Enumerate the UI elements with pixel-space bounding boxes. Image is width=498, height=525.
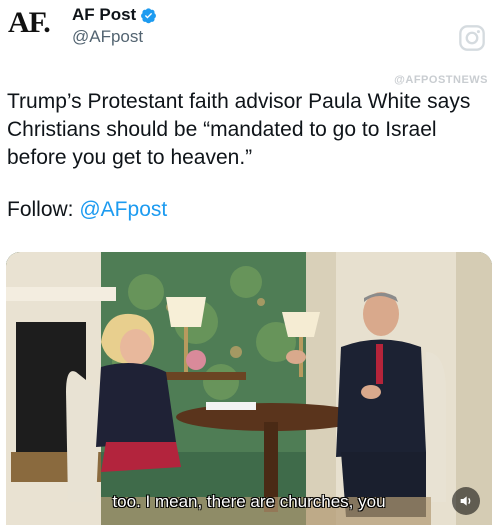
account-handle[interactable]: @AFpost (72, 27, 143, 47)
follow-prefix: Follow: (7, 198, 80, 221)
follow-line: Follow: @AFpost (7, 198, 167, 222)
media-watermark: @AFPOSTNEWS (394, 74, 488, 86)
video-caption: too. I mean, there are churches, you (112, 492, 386, 511)
account-name-row: AF Post (72, 5, 157, 25)
follow-link[interactable]: @AFpost (79, 198, 167, 221)
video-player[interactable] (6, 252, 492, 525)
instagram-icon (459, 25, 485, 51)
display-name[interactable]: AF Post (72, 5, 136, 25)
tweet-text: Trump’s Protestant faith advisor Paula W… (7, 90, 477, 169)
verified-badge-icon (141, 7, 157, 23)
account-logo[interactable]: AF. (8, 6, 51, 40)
video-frame (6, 252, 492, 525)
